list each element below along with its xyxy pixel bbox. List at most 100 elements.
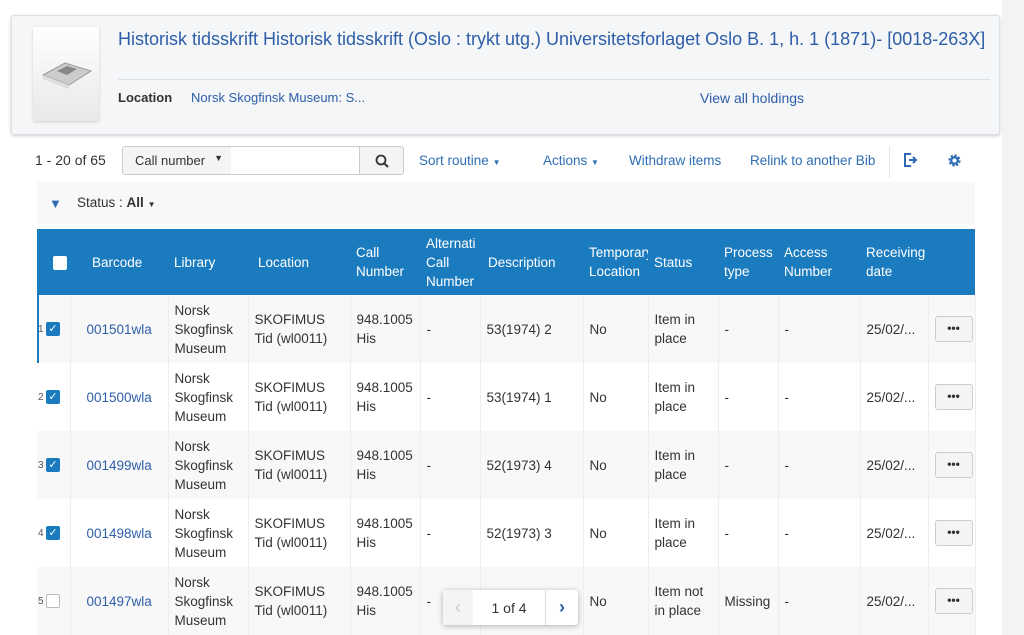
col-barcode[interactable]: Barcode xyxy=(70,229,168,295)
search-field-select[interactable]: Call number ▼ xyxy=(122,146,232,175)
cell-barcode[interactable]: 001501wla xyxy=(70,295,169,363)
col-alt-call-number[interactable]: Alternati Call Number xyxy=(420,229,480,295)
cell-temp: No xyxy=(583,295,649,363)
col-access-number[interactable]: Access Number xyxy=(778,229,860,295)
row-actions-cell: ••• xyxy=(928,431,976,499)
caret-down-icon: ▼ xyxy=(591,158,599,167)
col-library[interactable]: Library xyxy=(168,229,248,295)
cell-call: 948.1005 His xyxy=(350,431,421,499)
sort-label: Sort routine xyxy=(419,153,489,168)
actions-dropdown[interactable]: Actions ▼ xyxy=(543,153,599,168)
bib-title-link[interactable]: Historisk tidsskrift Historisk tidsskrif… xyxy=(118,27,988,51)
row-number: 1 xyxy=(38,323,44,335)
filter-bar: ▼ Status : All ▼ xyxy=(37,182,975,224)
cell-status: Item in place xyxy=(648,363,719,431)
row-select-cell: 1 ✓ xyxy=(37,295,71,363)
cell-barcode[interactable]: 001497wla xyxy=(70,567,169,635)
row-checkbox[interactable]: ✓ xyxy=(46,322,60,337)
caret-down-icon: ▼ xyxy=(492,158,501,167)
sort-routine-dropdown[interactable]: Sort routine ▼ xyxy=(419,153,500,168)
table-row[interactable]: 2 ✓ 001500wla Norsk Skogfinsk Museum SKOFIMU… xyxy=(37,363,976,431)
table-header: Barcode Library Location Call Number Alt… xyxy=(37,229,975,295)
row-checkbox[interactable]: ✓ xyxy=(46,526,60,541)
row-menu-button[interactable]: ••• xyxy=(934,520,973,546)
cell-temp: No xyxy=(583,363,649,431)
col-temporary-location[interactable]: Temporary Location xyxy=(583,229,648,295)
cell-desc: 52(1973) 4 xyxy=(480,431,584,499)
search-input[interactable] xyxy=(231,146,360,175)
row-select-cell: 5 xyxy=(37,567,71,635)
row-checkbox[interactable]: ✓ xyxy=(46,458,60,473)
cell-temp: No xyxy=(583,567,649,635)
row-menu-button[interactable]: ••• xyxy=(934,452,973,478)
cell-date: 25/02/... xyxy=(860,431,929,499)
cell-process: - xyxy=(718,295,779,363)
cell-access: - xyxy=(778,567,861,635)
cell-library: Norsk Skogfinsk Museum xyxy=(168,431,249,499)
newspaper-icon xyxy=(33,27,99,121)
cell-library: Norsk Skogfinsk Museum xyxy=(168,363,249,431)
row-menu-button[interactable]: ••• xyxy=(934,588,973,614)
row-number: 4 xyxy=(38,527,44,539)
prev-page-button[interactable]: ‹ xyxy=(443,590,473,625)
cell-barcode[interactable]: 001499wla xyxy=(70,431,169,499)
caret-down-icon: ▼ xyxy=(147,200,156,209)
page-indicator: 1 of 4 xyxy=(473,590,546,625)
cell-library: Norsk Skogfinsk Museum xyxy=(168,499,249,567)
relink-button[interactable]: Relink to another Bib xyxy=(750,153,875,168)
row-menu-button[interactable]: ••• xyxy=(934,316,973,342)
cell-call: 948.1005 His xyxy=(350,499,421,567)
status-filter[interactable]: Status : All ▼ xyxy=(77,195,155,210)
col-actions xyxy=(928,229,975,295)
row-actions-cell: ••• xyxy=(928,295,976,363)
table-row[interactable]: 3 ✓ 001499wla Norsk Skogfinsk Museum SKOFIMU… xyxy=(37,431,976,499)
col-location[interactable]: Location xyxy=(248,229,350,295)
col-receiving-date[interactable]: Receiving date xyxy=(860,229,928,295)
cell-location: SKOFIMUS Tid (wl0011) xyxy=(248,363,351,431)
search-icon xyxy=(375,154,389,169)
search-button[interactable] xyxy=(359,146,404,175)
cell-desc: 53(1974) 2 xyxy=(480,295,584,363)
cell-barcode[interactable]: 001498wla xyxy=(70,499,169,567)
cell-location: SKOFIMUS Tid (wl0011) xyxy=(248,567,351,635)
table-row[interactable]: 1 ✓ 001501wla Norsk Skogfinsk Museum SKOFIMU… xyxy=(37,295,976,363)
next-page-button[interactable]: › xyxy=(546,590,578,625)
cell-library: Norsk Skogfinsk Museum xyxy=(168,567,249,635)
row-number: 5 xyxy=(38,595,44,607)
search-field-value: Call number xyxy=(135,153,206,168)
col-status[interactable]: Status xyxy=(648,229,718,295)
view-all-holdings-link[interactable]: View all holdings xyxy=(700,90,804,106)
cell-access: - xyxy=(778,499,861,567)
cell-location: SKOFIMUS Tid (wl0011) xyxy=(248,499,351,567)
row-actions-cell: ••• xyxy=(928,567,976,635)
table-row[interactable]: 4 ✓ 001498wla Norsk Skogfinsk Museum SKOFIMU… xyxy=(37,499,976,567)
cell-date: 25/02/... xyxy=(860,363,929,431)
cell-temp: No xyxy=(583,431,649,499)
cell-barcode[interactable]: 001500wla xyxy=(70,363,169,431)
gear-icon[interactable] xyxy=(947,153,962,168)
cell-location: SKOFIMUS Tid (wl0011) xyxy=(248,431,351,499)
row-actions-cell: ••• xyxy=(928,499,976,567)
export-icon[interactable] xyxy=(902,152,918,168)
row-checkbox[interactable] xyxy=(46,594,60,609)
row-menu-button[interactable]: ••• xyxy=(934,384,973,410)
pagination: ‹ 1 of 4 › xyxy=(443,590,578,625)
location-label: Location xyxy=(118,90,173,105)
row-checkbox[interactable]: ✓ xyxy=(46,390,60,405)
divider xyxy=(889,146,890,178)
select-all-checkbox[interactable] xyxy=(53,255,67,270)
cell-desc: 52(1973) 3 xyxy=(480,499,584,567)
col-call-number[interactable]: Call Number xyxy=(350,229,420,295)
cell-alt: - xyxy=(420,499,481,567)
cell-access: - xyxy=(778,295,861,363)
select-all-cell xyxy=(37,229,70,295)
divider xyxy=(118,79,990,80)
cell-process: - xyxy=(718,431,779,499)
row-select-cell: 4 ✓ xyxy=(37,499,71,567)
col-process-type[interactable]: Process type xyxy=(718,229,778,295)
scrollbar-track[interactable] xyxy=(1002,0,1024,635)
cell-temp: No xyxy=(583,499,649,567)
location-link[interactable]: Norsk Skogfinsk Museum: S... xyxy=(191,90,365,105)
col-description[interactable]: Description xyxy=(480,229,583,295)
withdraw-items-button[interactable]: Withdraw items xyxy=(629,153,721,168)
